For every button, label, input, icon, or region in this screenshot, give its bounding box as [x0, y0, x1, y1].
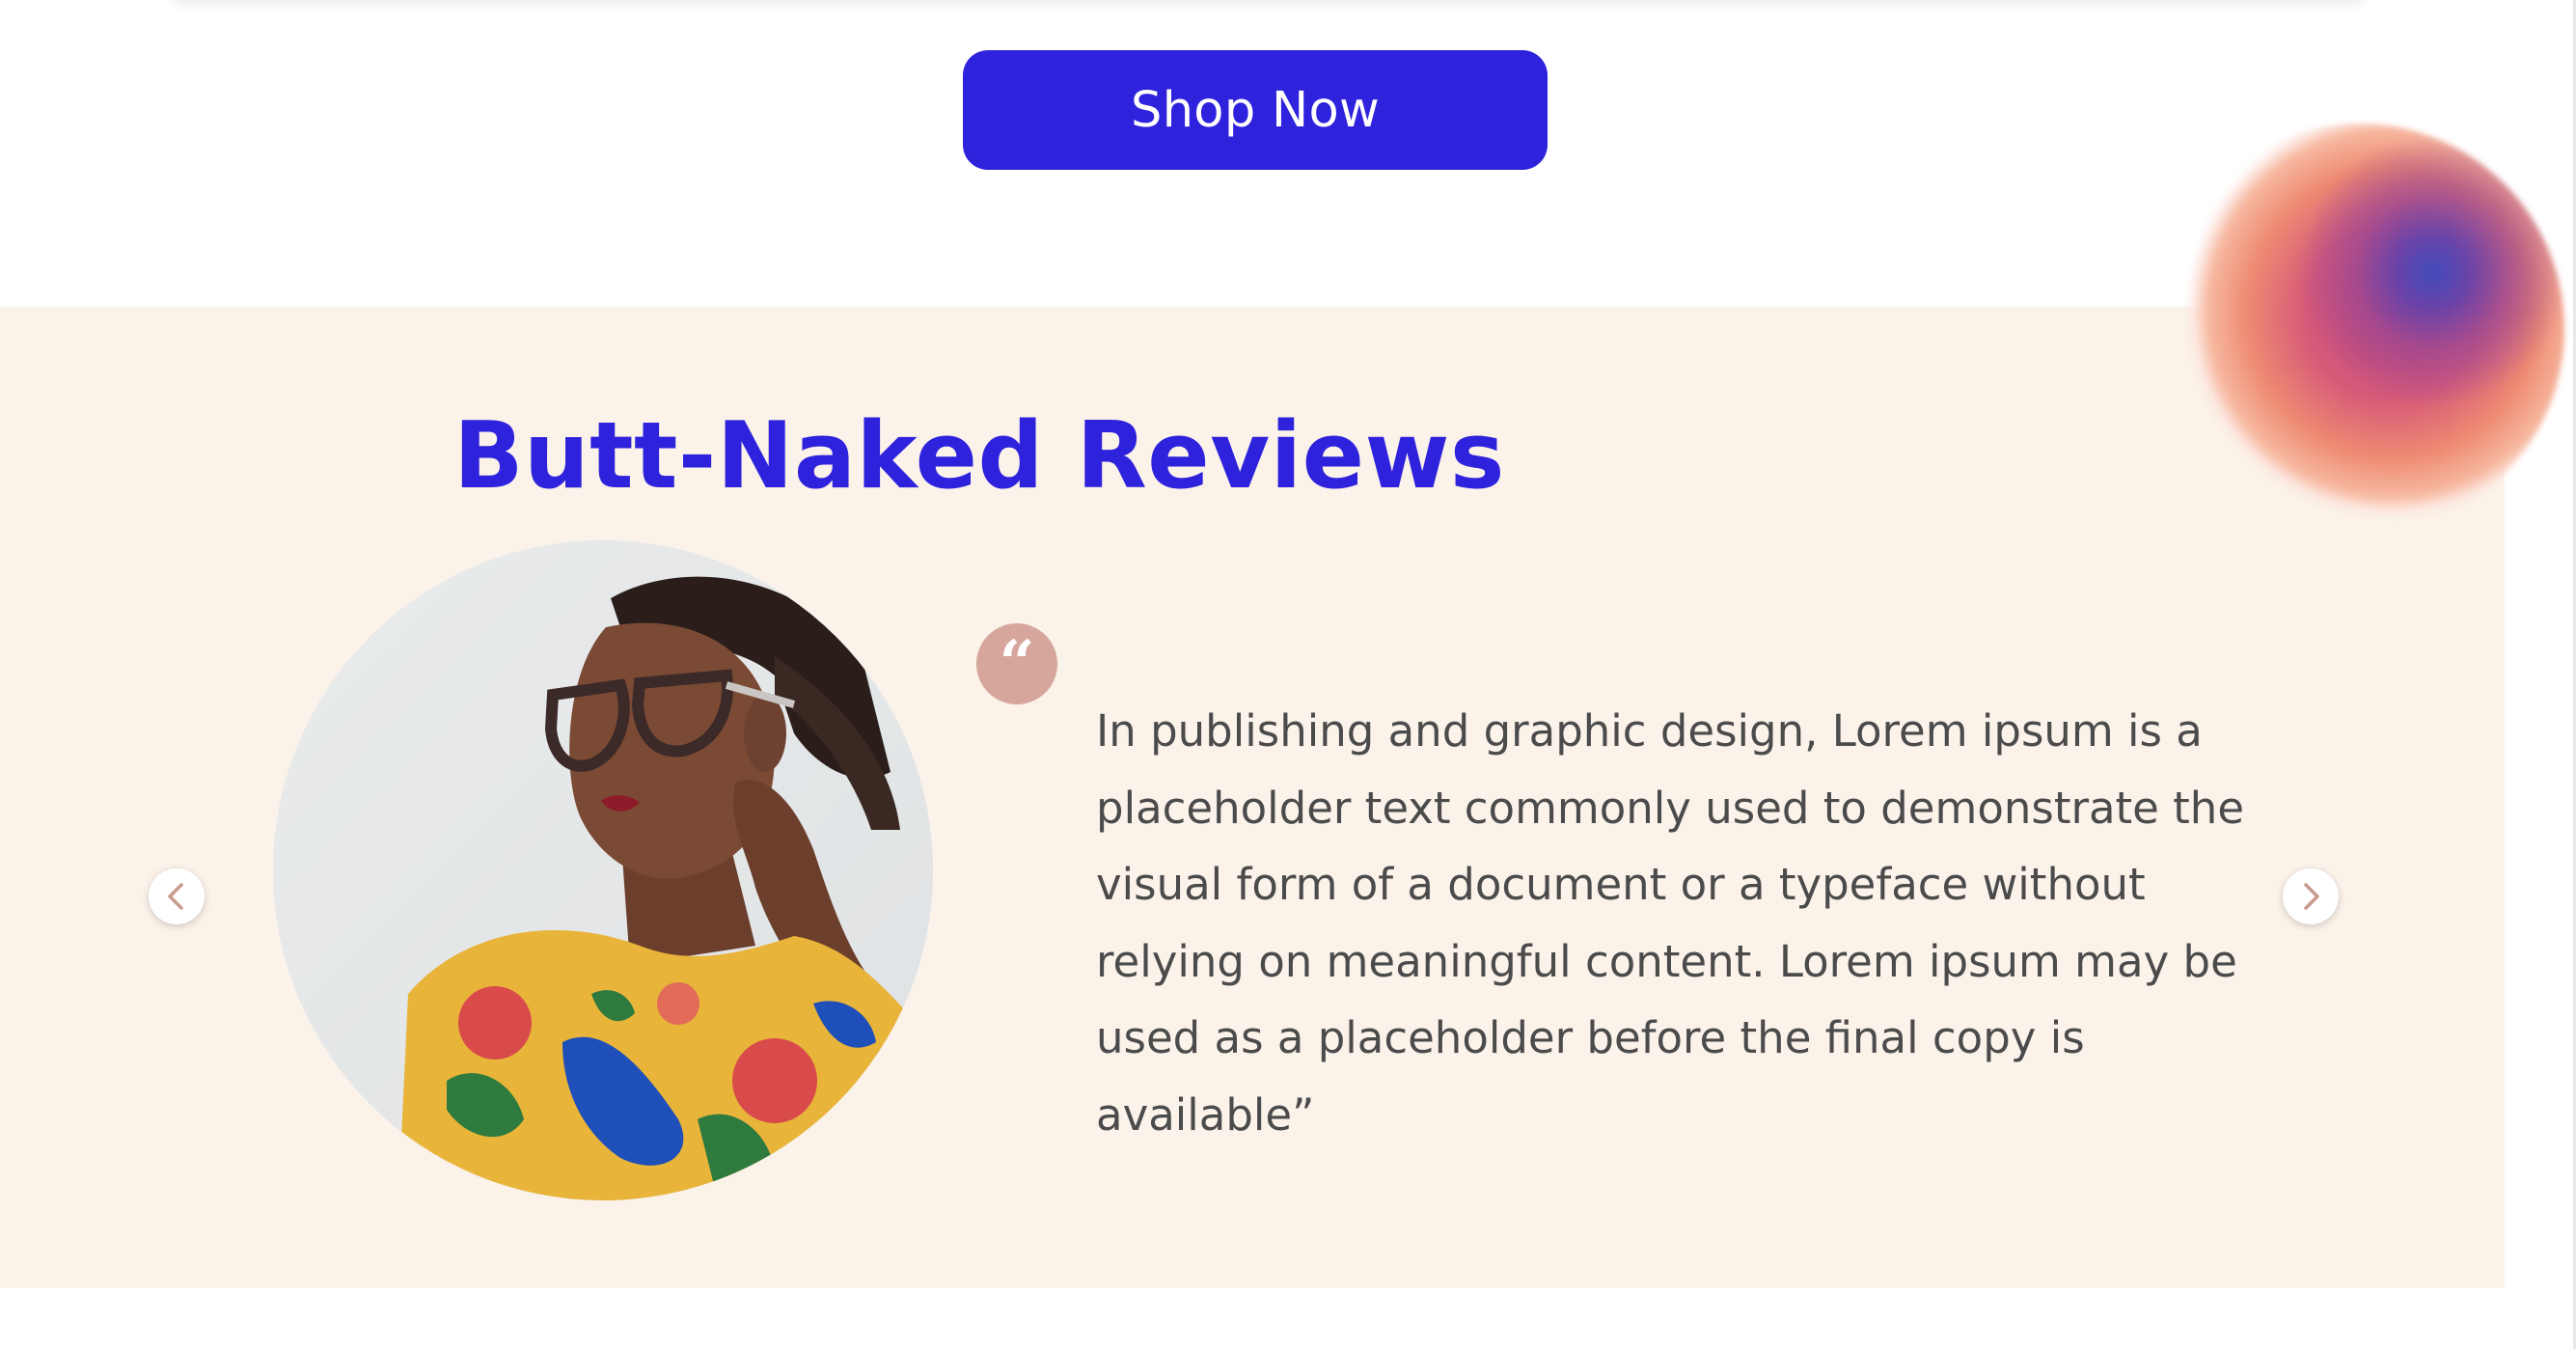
quote-icon: “	[976, 623, 1057, 704]
shop-now-button[interactable]: Shop Now	[963, 50, 1548, 170]
reviewer-photo	[273, 540, 933, 1200]
carousel-prev-button[interactable]	[149, 868, 205, 924]
decorative-gradient-orb	[2153, 124, 2564, 535]
reviews-title: Butt-Naked Reviews	[453, 403, 1505, 509]
chevron-right-icon	[2304, 883, 2319, 910]
reviews-section: Butt-Naked Reviews “ In publishing and g…	[0, 307, 2505, 1288]
carousel-next-button[interactable]	[2283, 868, 2339, 924]
reviewer-portrait-illustration	[273, 540, 933, 1200]
chevron-left-icon	[168, 883, 183, 910]
review-text: In publishing and graphic design, Lorem …	[1096, 705, 2245, 1141]
